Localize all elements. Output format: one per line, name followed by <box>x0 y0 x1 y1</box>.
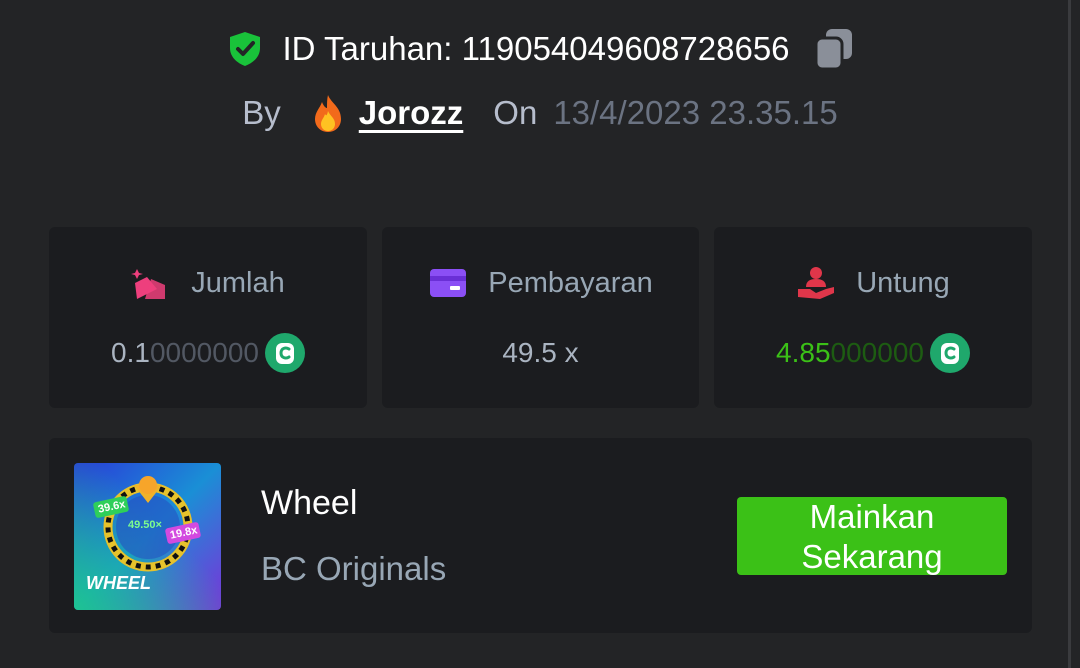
thumb-game-name: WHEEL <box>86 573 151 593</box>
copy-icon[interactable] <box>814 27 854 71</box>
bet-amount-icon <box>131 265 171 301</box>
bet-id-text: ID Taruhan: 119054049608728656 <box>282 30 790 67</box>
amount-value-dim: 0000000 <box>149 337 259 368</box>
bc-coin-icon <box>929 333 970 373</box>
profit-value-dim: 000000 <box>830 337 924 368</box>
bet-author-row: By Jorozz On 13/4/2023 23.35.15 <box>0 90 1080 136</box>
game-provider: BC Originals <box>261 550 447 587</box>
amount-label: Jumlah <box>191 266 285 299</box>
play-now-button[interactable]: Mainkan Sekarang <box>737 497 1007 575</box>
fire-icon <box>311 93 345 133</box>
profit-value-main: 4.85 <box>776 337 831 368</box>
game-title: Wheel <box>261 484 358 522</box>
profit-card: Untung 4.85 000000 <box>714 227 1032 408</box>
payout-value: 49.5 x <box>502 337 579 368</box>
wheel-game-thumbnail[interactable]: 39.6x 49.50× 19.8x WHEEL <box>74 463 221 610</box>
bet-id-row: ID Taruhan: 119054049608728656 <box>0 26 1080 72</box>
amount-card: Jumlah 0.1 0000000 <box>49 227 367 408</box>
bc-coin-icon <box>264 333 305 373</box>
payout-card-icon <box>428 265 468 301</box>
by-label: By <box>242 94 281 131</box>
bet-datetime: 13/4/2023 23.35.15 <box>553 94 838 131</box>
username-link[interactable]: Jorozz <box>311 93 464 133</box>
on-label: On <box>493 94 538 131</box>
profit-label: Untung <box>856 266 950 299</box>
username: Jorozz <box>358 94 464 131</box>
amount-value-main: 0.1 <box>111 337 150 368</box>
payout-label: Pembayaran <box>488 266 653 299</box>
thumb-center-multiplier: 49.50× <box>128 519 162 531</box>
verified-shield-icon <box>226 30 264 68</box>
game-card: 39.6x 49.50× 19.8x WHEEL Wheel BC Origin… <box>49 438 1032 633</box>
profit-icon <box>796 265 836 301</box>
payout-card: Pembayaran 49.5 x <box>382 227 699 408</box>
